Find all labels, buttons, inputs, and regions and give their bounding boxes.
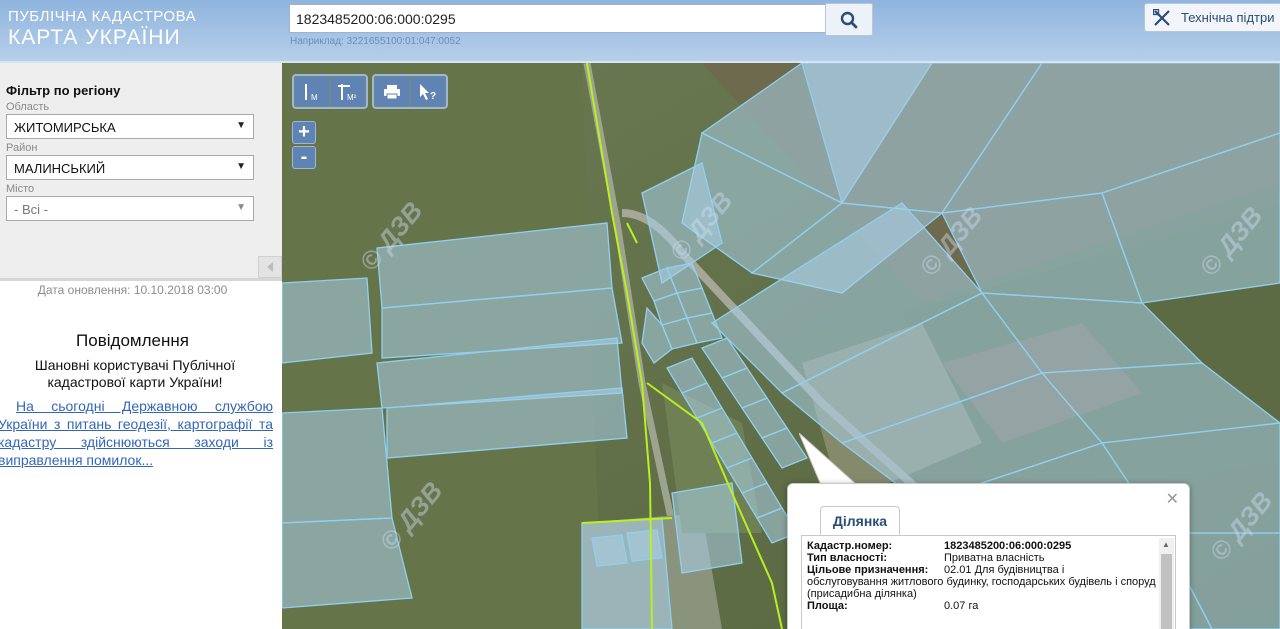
measure-m2-label: M²	[347, 93, 357, 102]
action-tools: ?	[372, 74, 448, 109]
tab-parcel[interactable]: Ділянка	[820, 506, 900, 536]
parcel-details: Кадастр.номер: 1823485200:06:000:0295 Ти…	[807, 540, 1157, 612]
map-view[interactable]: © ДЗВ © ДЗВ © ДЗВ © ДЗВ © ДЗВ © ДЗВ M M²	[282, 63, 1280, 629]
cadastre-search-input[interactable]	[289, 4, 827, 33]
logo-line1: ПУБЛІЧНА КАДАСТРОВА	[8, 8, 197, 25]
identify-button[interactable]: ?	[411, 77, 445, 106]
cadastr-label: Кадастр.номер:	[807, 540, 893, 552]
popup-pointer	[799, 433, 859, 486]
tech-support-label: Технічна підтри	[1181, 10, 1275, 25]
search-icon	[840, 11, 858, 28]
purpose-row: Цільове призначення: 02.01 Для будівницт…	[807, 564, 1157, 576]
site-logo[interactable]: ПУБЛІЧНА КАДАСТРОВА КАРТА УКРАЇНИ	[8, 8, 196, 50]
notice-title: Повідомлення	[76, 331, 189, 350]
oblast-select[interactable]: ЖИТОМИРСЬКА ▼	[6, 114, 254, 139]
measure-area-button[interactable]: M²	[331, 77, 365, 106]
cadastr-value: 1823485200:06:000:0295	[944, 540, 1072, 552]
area-label: Площа:	[807, 600, 848, 612]
popup-scrollbar[interactable]: ▲	[1159, 538, 1174, 629]
sidebar: Фільтр по регіону Область ЖИТОМИРСЬКА ▼ …	[0, 63, 282, 629]
close-icon[interactable]: ✕	[1166, 489, 1179, 509]
cadastr-row: Кадастр.номер: 1823485200:06:000:0295	[807, 540, 1157, 552]
svg-text:?: ?	[430, 91, 436, 101]
tools-icon	[1153, 8, 1170, 26]
measure-tools: M M²	[292, 74, 368, 109]
search-button[interactable]	[825, 3, 873, 36]
rayon-value: МАЛИНСЬКИЙ	[14, 161, 106, 176]
zoom-out-button[interactable]: -	[292, 146, 316, 169]
city-label: Місто	[6, 183, 35, 195]
filter-title: Фільтр по регіону	[6, 83, 121, 98]
measure-distance-button[interactable]: M	[295, 77, 329, 106]
city-select[interactable]: - Всі - ▼	[6, 196, 254, 221]
tech-support-button[interactable]: Технічна підтри	[1144, 3, 1280, 32]
notice-body: Шановні користувачі Публічної кадастрово…	[34, 357, 236, 390]
search-hint: Наприклад: 3221655100:01:047:0052	[290, 36, 461, 47]
measure-m-label: M	[311, 93, 318, 102]
header: ПУБЛІЧНА КАДАСТРОВА КАРТА УКРАЇНИ Наприк…	[0, 0, 1280, 63]
cursor-question-icon: ?	[420, 83, 436, 101]
area-ruler-icon: M²	[338, 83, 357, 102]
purpose-continuation: обслуговування житлового будинку, господ…	[807, 576, 1156, 600]
scroll-up-icon[interactable]: ▲	[1162, 540, 1170, 549]
dropdown-arrow-icon: ▼	[236, 161, 246, 172]
ownership-label: Тип власності:	[807, 552, 888, 564]
update-date: Дата оновлення: 10.10.2018 03:00	[37, 283, 228, 297]
ownership-value: Приватна власність	[944, 552, 1045, 564]
rayon-label: Район	[6, 142, 38, 154]
logo-line2: КАРТА УКРАЇНИ	[8, 26, 181, 49]
area-value: 0.07 га	[944, 600, 979, 612]
notice-link[interactable]: На сьогодні Державною службою України з …	[0, 397, 273, 469]
zoom-in-button[interactable]: +	[292, 121, 316, 144]
purpose-value: 02.01 Для будівництва і	[944, 564, 1065, 576]
print-button[interactable]	[375, 77, 409, 106]
region-filter: Фільтр по регіону Область ЖИТОМИРСЬКА ▼ …	[0, 63, 282, 281]
dropdown-arrow-icon: ▼	[236, 202, 246, 213]
chevron-left-icon	[267, 262, 273, 272]
oblast-label: Область	[6, 101, 50, 113]
popup-panel: Кадастр.номер: 1823485200:06:000:0295 Ти…	[801, 535, 1176, 629]
printer-icon	[384, 84, 400, 99]
oblast-value: ЖИТОМИРСЬКА	[14, 120, 116, 135]
purpose-label: Цільове призначення:	[807, 564, 929, 576]
collapse-sidebar-button[interactable]	[258, 256, 282, 278]
map-toolbar: M M² ?	[292, 74, 448, 109]
parcel-info-popup: ✕ Ділянка Кадастр.номер: 1823485200:06:0…	[787, 483, 1190, 629]
zoom-controls: + -	[292, 121, 316, 169]
dropdown-arrow-icon: ▼	[236, 120, 246, 131]
area-row: Площа: 0.07 га	[807, 600, 1157, 612]
scroll-thumb[interactable]	[1161, 554, 1172, 629]
rayon-select[interactable]: МАЛИНСЬКИЙ ▼	[6, 155, 254, 180]
ownership-row: Тип власності: Приватна власність	[807, 552, 1157, 564]
city-value: - Всі -	[14, 202, 48, 217]
ruler-icon: M	[305, 83, 318, 102]
